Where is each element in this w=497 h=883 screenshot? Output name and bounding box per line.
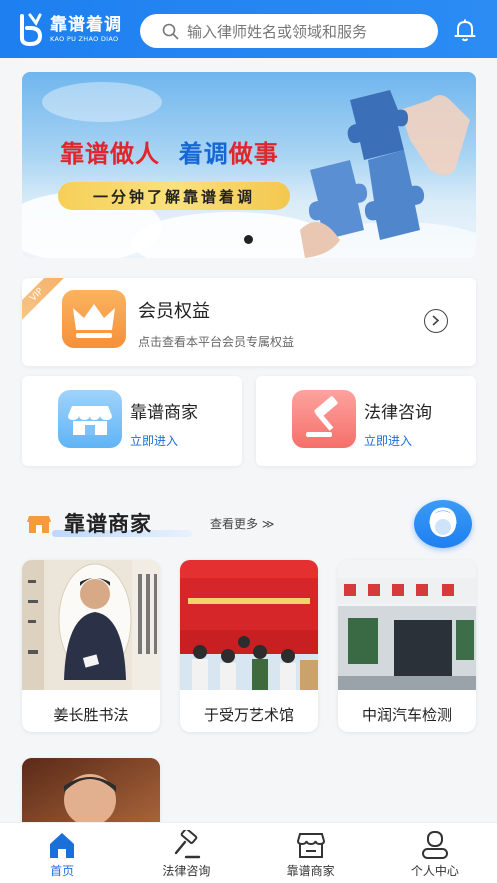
tab-label: 靠谱商家 xyxy=(286,864,335,878)
customer-service-icon xyxy=(429,507,457,537)
banner-cloud xyxy=(42,82,162,122)
top-header: 靠谱着调 KAO PU ZHAO DIAO 输入律师姓名或领域和服务 xyxy=(0,0,497,58)
quick-entry-legal-consult[interactable]: 法律咨询 立即进入 xyxy=(256,376,476,466)
merchants-section-header: 靠谱商家 查看更多 ≫ xyxy=(22,500,476,550)
merchant-name: 于受万艺术馆 xyxy=(203,706,294,724)
tab-legal-consult[interactable]: 法律咨询 xyxy=(124,823,248,883)
store-icon xyxy=(296,833,325,858)
customer-service-button[interactable] xyxy=(414,500,472,548)
banner-subtitle: 一分钟了解靠谱着调 xyxy=(58,182,290,210)
logo-subtitle: KAO PU ZHAO DIAO xyxy=(50,34,119,43)
quick-entry-merchants[interactable]: 靠谱商家 立即进入 xyxy=(22,376,242,466)
member-benefits-card[interactable]: VIP 会员权益 点击查看本平台会员专属权益 xyxy=(22,278,476,366)
puzzle-hands-image xyxy=(300,90,470,258)
tab-label: 首页 xyxy=(50,864,75,878)
section-title: 靠谱商家 xyxy=(64,512,152,536)
carousel-indicator[interactable] xyxy=(244,235,253,244)
home-icon xyxy=(50,833,75,858)
bottom-tab-bar: 首页 法律咨询 靠谱商家 个人中心 xyxy=(0,822,497,883)
view-more-link[interactable]: 查看更多 ≫ xyxy=(210,515,274,532)
search-icon xyxy=(162,23,179,39)
merchant-card[interactable]: 中润汽车检测 xyxy=(338,560,476,732)
logo-title: 靠谱着调 xyxy=(50,14,122,35)
vip-badge: VIP xyxy=(22,278,64,322)
member-description: 点击查看本平台会员专属权益 xyxy=(138,335,295,349)
slogan-part-4: 做事 xyxy=(228,140,279,168)
gavel-icon xyxy=(175,830,201,859)
search-input[interactable]: 输入律师姓名或领域和服务 xyxy=(140,14,438,48)
member-title: 会员权益 xyxy=(138,301,210,322)
merchant-card[interactable]: 姜长胜书法 xyxy=(22,560,160,732)
merchant-photo xyxy=(338,560,476,690)
quick-entry-title: 靠谱商家 xyxy=(130,403,198,423)
shop-section-icon xyxy=(27,516,51,533)
slogan-part-1: 靠谱 xyxy=(60,140,110,168)
slogan-part-2: 做人 xyxy=(110,140,160,168)
merchant-name: 姜长胜书法 xyxy=(53,706,129,724)
quick-entry-title: 法律咨询 xyxy=(364,403,432,423)
enter-link[interactable]: 立即进入 xyxy=(364,432,412,449)
tab-label: 法律咨询 xyxy=(162,864,211,878)
tab-merchants[interactable]: 靠谱商家 xyxy=(249,823,373,883)
gavel-icon xyxy=(292,390,356,448)
tab-home[interactable]: 首页 xyxy=(0,823,124,883)
merchant-card[interactable]: 于受万艺术馆 xyxy=(180,560,318,732)
enter-link[interactable]: 立即进入 xyxy=(130,432,178,449)
promo-banner[interactable]: 靠谱做人 着调做事 一分钟了解靠谱着调 xyxy=(22,72,476,258)
tab-label: 个人中心 xyxy=(410,864,459,878)
logo-mark-icon xyxy=(20,13,43,46)
slogan-part-3: 着调 xyxy=(178,140,229,168)
app-logo[interactable]: 靠谱着调 KAO PU ZHAO DIAO xyxy=(18,10,128,48)
merchant-photo xyxy=(180,560,318,690)
crown-icon xyxy=(62,290,126,348)
merchant-photo xyxy=(22,560,160,690)
chevron-right-icon[interactable] xyxy=(424,309,448,333)
user-icon xyxy=(421,831,448,859)
bell-icon[interactable] xyxy=(452,17,478,43)
banner-slogan: 靠谱做人 着调做事 xyxy=(60,134,279,169)
merchant-name: 中润汽车检测 xyxy=(361,706,452,724)
search-placeholder: 输入律师姓名或领域和服务 xyxy=(187,22,368,41)
tab-profile[interactable]: 个人中心 xyxy=(373,823,497,883)
store-icon xyxy=(58,390,122,448)
